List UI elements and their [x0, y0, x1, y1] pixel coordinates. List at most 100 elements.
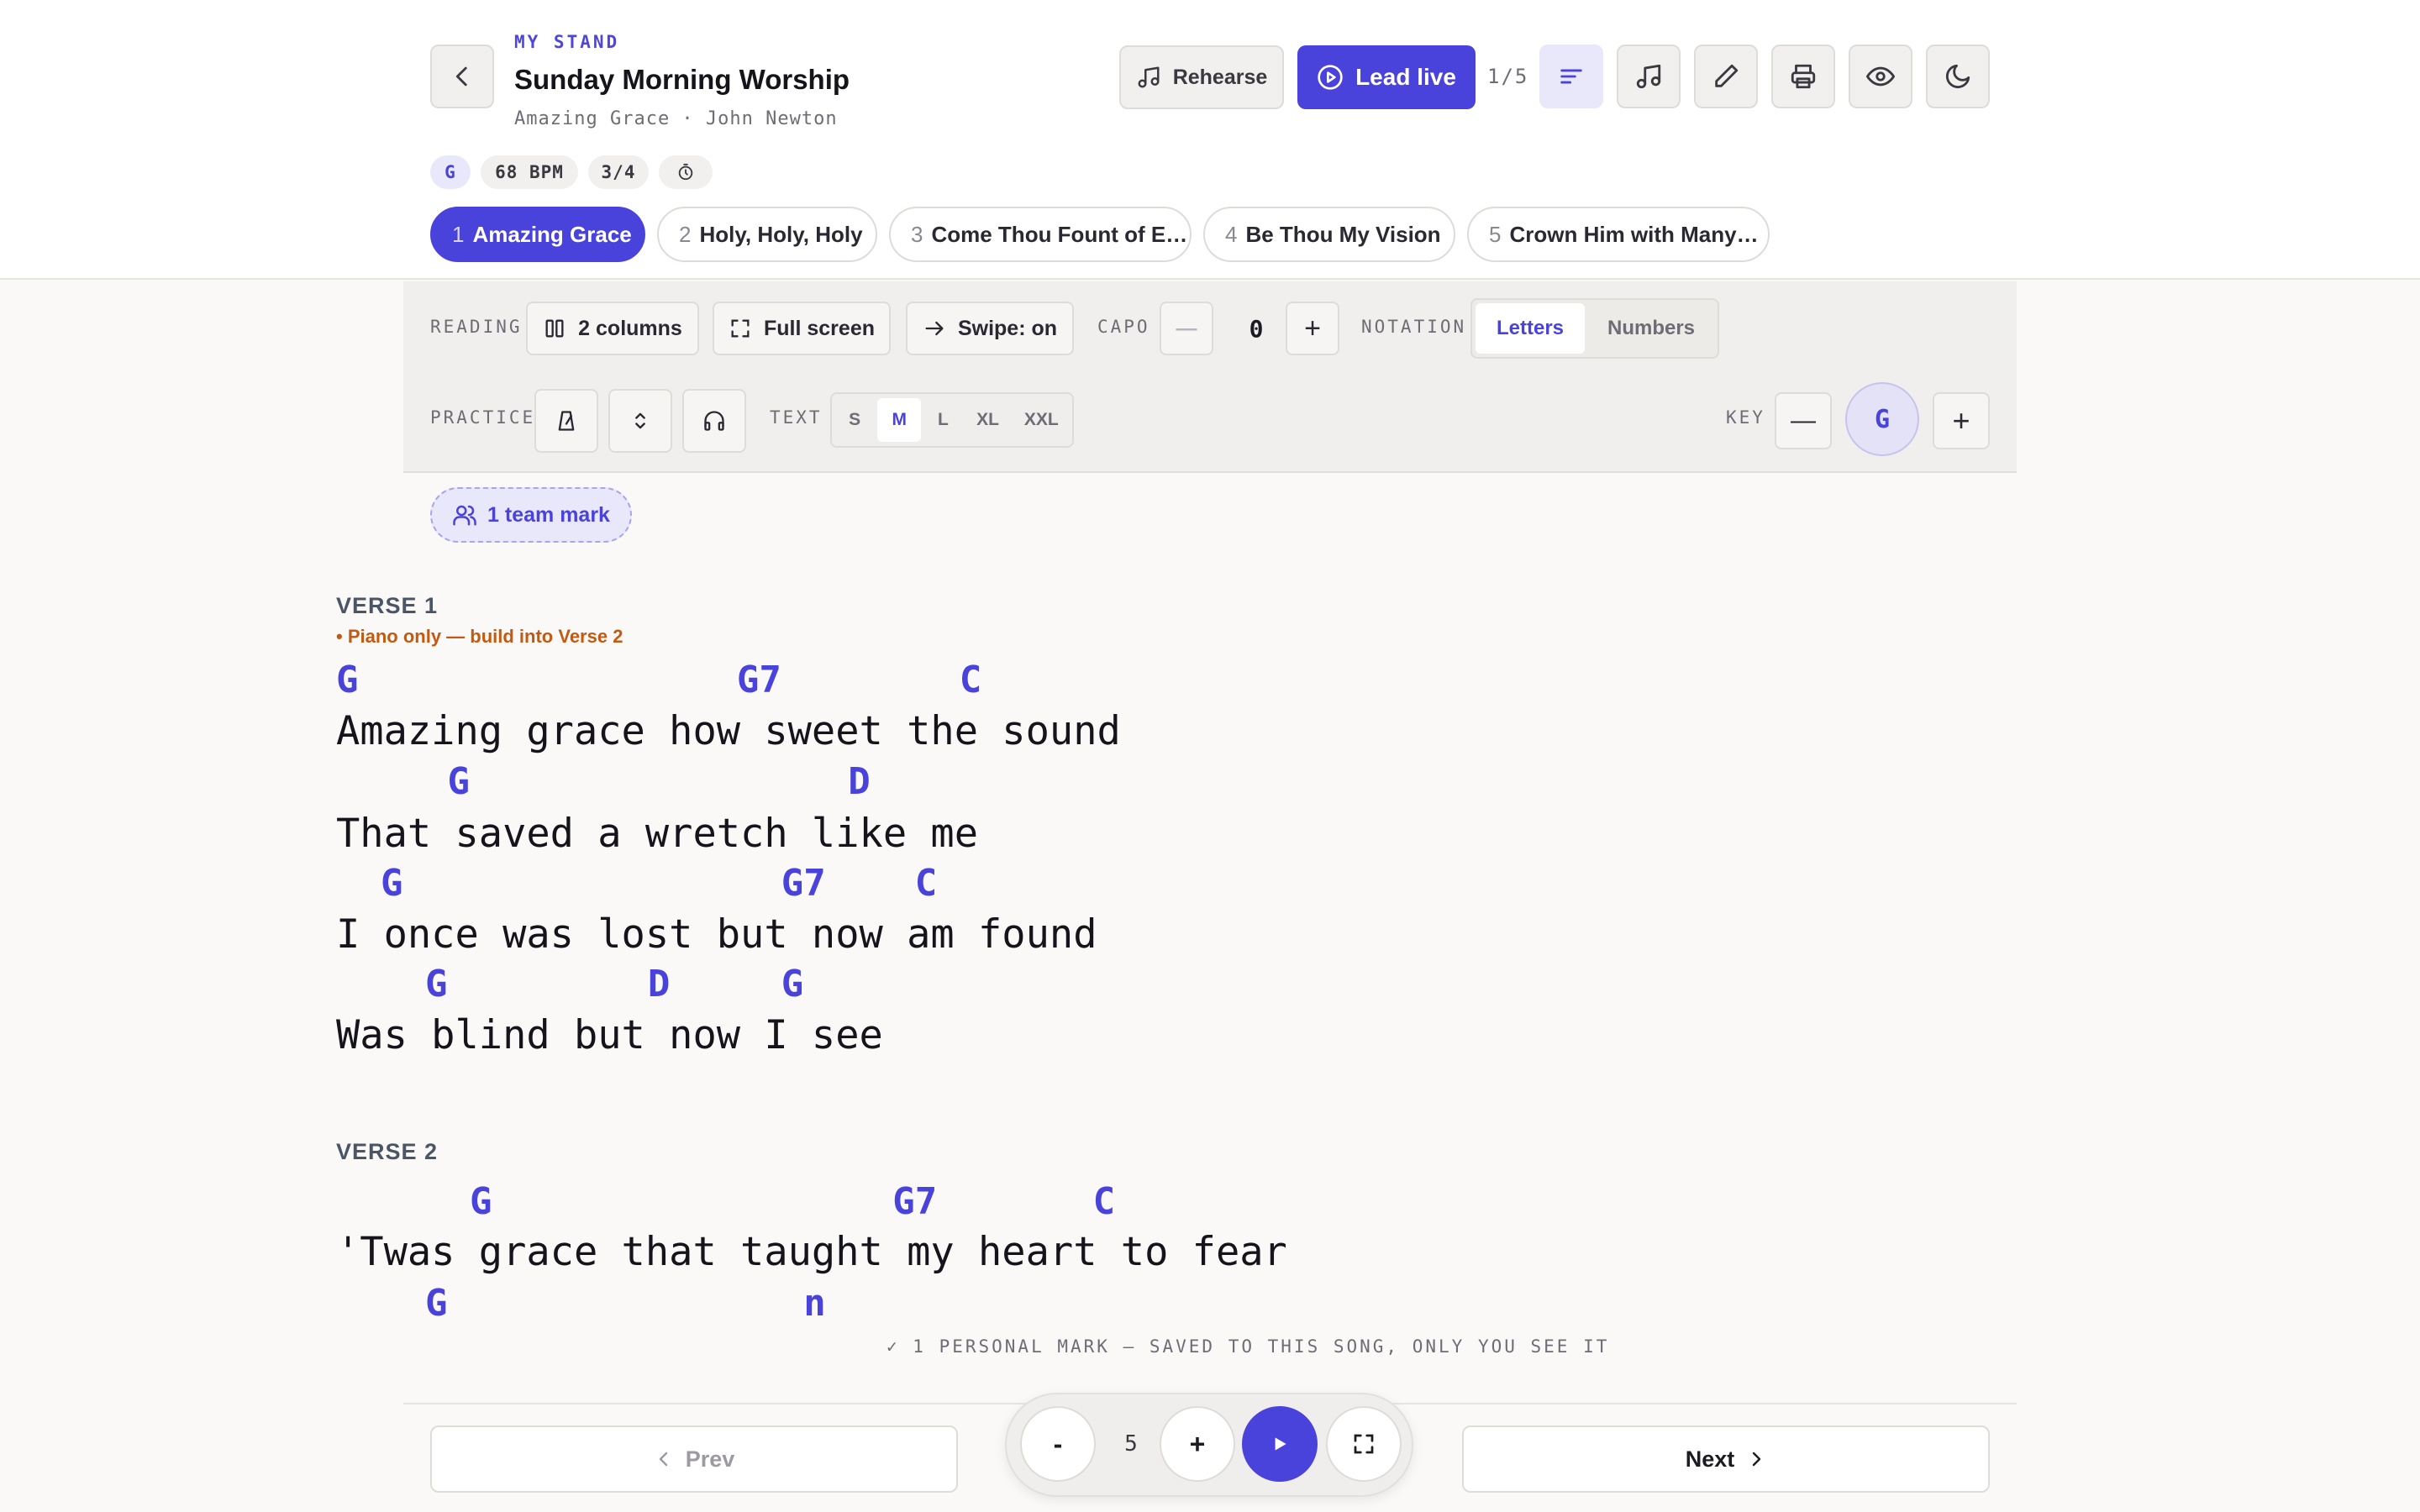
metronome-icon [558, 411, 575, 431]
lead-live-button[interactable]: Lead live [1297, 45, 1476, 109]
chord-line: G n [336, 1282, 826, 1325]
lyric-line: I once was lost but now am found [336, 911, 1097, 958]
dark-mode-button[interactable] [1926, 45, 1990, 108]
key-label: KEY [1726, 407, 1765, 428]
chord-line: G D G [336, 963, 804, 1005]
notation-numbers-option[interactable]: Numbers [1588, 303, 1714, 354]
printer-icon [1791, 64, 1816, 89]
capo-label: CAPO [1097, 317, 1150, 337]
swipe-label: Swipe: on [957, 316, 1058, 340]
music-button[interactable] [1617, 45, 1681, 108]
lyric-line: Was blind but now I see [336, 1012, 883, 1058]
text-size-s[interactable]: S [835, 398, 874, 442]
reading-toolbar: READING 2 columns Full screen Swipe: on … [403, 281, 2017, 473]
capo-increase-button[interactable]: + [1286, 302, 1339, 355]
play-circle-icon [1318, 65, 1343, 90]
stand-eyebrow: MY STAND [514, 32, 620, 52]
music-note-icon [1138, 66, 1160, 88]
time-signature-badge: 3/4 [588, 155, 649, 189]
song-tab-2[interactable]: 2 Holy, Holy, Holy [657, 207, 877, 262]
lyric-line: That saved a wretch like me [336, 811, 979, 857]
section-note[interactable]: • Piano only — build into Verse 2 [336, 626, 623, 648]
next-song-button[interactable]: Next [1462, 1425, 1990, 1493]
full-screen-button[interactable]: Full screen [713, 302, 891, 355]
song-tab-4[interactable]: 4 Be Thou My Vision [1203, 207, 1455, 262]
text-size-l[interactable]: L [924, 398, 961, 442]
print-button[interactable] [1771, 45, 1835, 108]
song-tab-number: 5 [1489, 221, 1502, 247]
chord-line: G G7 C [336, 659, 982, 701]
columns-icon [545, 319, 564, 338]
prev-song-button[interactable]: Prev [430, 1425, 958, 1493]
swipe-toggle[interactable]: Swipe: on [906, 302, 1074, 355]
eye-icon [1866, 66, 1895, 87]
lyric-line: 'Twas grace that taught my heart to fear [336, 1229, 1287, 1275]
notation-toggle: Letters Numbers [1470, 298, 1719, 359]
chevron-left-icon [455, 66, 467, 87]
scroll-speed-decrease-button[interactable]: - [1020, 1406, 1096, 1482]
list-icon [1560, 69, 1582, 84]
minus-label: - [1053, 1428, 1063, 1459]
metronome-button[interactable] [534, 389, 598, 453]
scroll-speed-increase-button[interactable]: + [1160, 1406, 1235, 1482]
song-tab-title: Amazing Grace [472, 221, 632, 247]
key-plus-label: + [1952, 403, 1970, 438]
users-icon [453, 505, 476, 526]
current-key: G [1845, 382, 1919, 456]
columns-button[interactable]: 2 columns [526, 302, 699, 355]
song-tab-title: Holy, Holy, Holy [699, 221, 863, 247]
header: MY STAND Sunday Morning Worship Amazing … [0, 0, 2420, 280]
song-tab-title: Crown Him with Many… [1509, 221, 1759, 247]
notation-label: NOTATION [1361, 317, 1467, 337]
music-note-icon [1636, 64, 1661, 89]
fullscreen-button[interactable] [1326, 1406, 1402, 1482]
song-tab-5[interactable]: 5 Crown Him with Many… [1467, 207, 1770, 262]
plus-label: + [1189, 1428, 1206, 1459]
rehearse-label: Rehearse [1172, 65, 1268, 89]
pencil-icon [1715, 64, 1739, 87]
page-title: Sunday Morning Worship [514, 64, 850, 95]
reading-label: READING [430, 317, 523, 337]
headphones-icon [704, 411, 724, 431]
text-size-xxl[interactable]: XXL [1014, 398, 1070, 442]
chord-line: G G7 C [336, 862, 938, 905]
arrow-right-icon [925, 321, 944, 336]
chevron-left-icon [659, 1452, 667, 1467]
capo-plus-label: + [1304, 312, 1321, 344]
team-mark-label: 1 team mark [487, 502, 610, 527]
song-tab-3[interactable]: 3 Come Thou Fount of E… [889, 207, 1192, 262]
timer-badge[interactable] [659, 155, 713, 189]
key-up-button[interactable]: + [1933, 392, 1990, 449]
chevron-right-icon [1753, 1452, 1761, 1467]
song-tab-title: Come Thou Fount of E… [931, 221, 1188, 247]
notation-letters-option[interactable]: Letters [1476, 303, 1585, 354]
play-button[interactable] [1242, 1406, 1318, 1482]
section-label-verse-1: VERSE 1 [336, 593, 439, 618]
text-size-toggle: S M L XL XXL [830, 392, 1074, 448]
setlist-position: 1/5 [1487, 65, 1529, 88]
preview-button[interactable] [1849, 45, 1912, 108]
section-label-verse-2: VERSE 2 [336, 1139, 439, 1164]
capo-decrease-button[interactable]: — [1160, 302, 1213, 355]
listen-button[interactable] [682, 389, 746, 453]
key-down-button[interactable]: — [1775, 392, 1832, 449]
key-badge: G [430, 155, 471, 189]
full-screen-label: Full screen [764, 316, 875, 340]
tempo-badge: 68 BPM [481, 155, 578, 189]
edit-button[interactable] [1694, 45, 1758, 108]
back-button[interactable] [430, 45, 494, 108]
capo-minus-label: — [1176, 316, 1197, 340]
text-size-xl[interactable]: XL [965, 398, 1011, 442]
play-icon [1275, 1437, 1286, 1451]
team-mark-chip[interactable]: 1 team mark [430, 487, 632, 543]
song-tab-1[interactable]: 1 Amazing Grace [430, 207, 645, 262]
timer-icon [678, 163, 693, 181]
rehearse-button[interactable]: Rehearse [1119, 45, 1284, 109]
autoscroll-button[interactable] [608, 389, 672, 453]
text-size-m[interactable]: M [877, 398, 922, 442]
chord-line: G G7 C [336, 1180, 1116, 1223]
song-tab-number: 1 [452, 221, 465, 247]
columns-label: 2 columns [578, 316, 682, 340]
setlist-button[interactable] [1539, 45, 1603, 108]
key-minus-label: — [1791, 407, 1816, 434]
